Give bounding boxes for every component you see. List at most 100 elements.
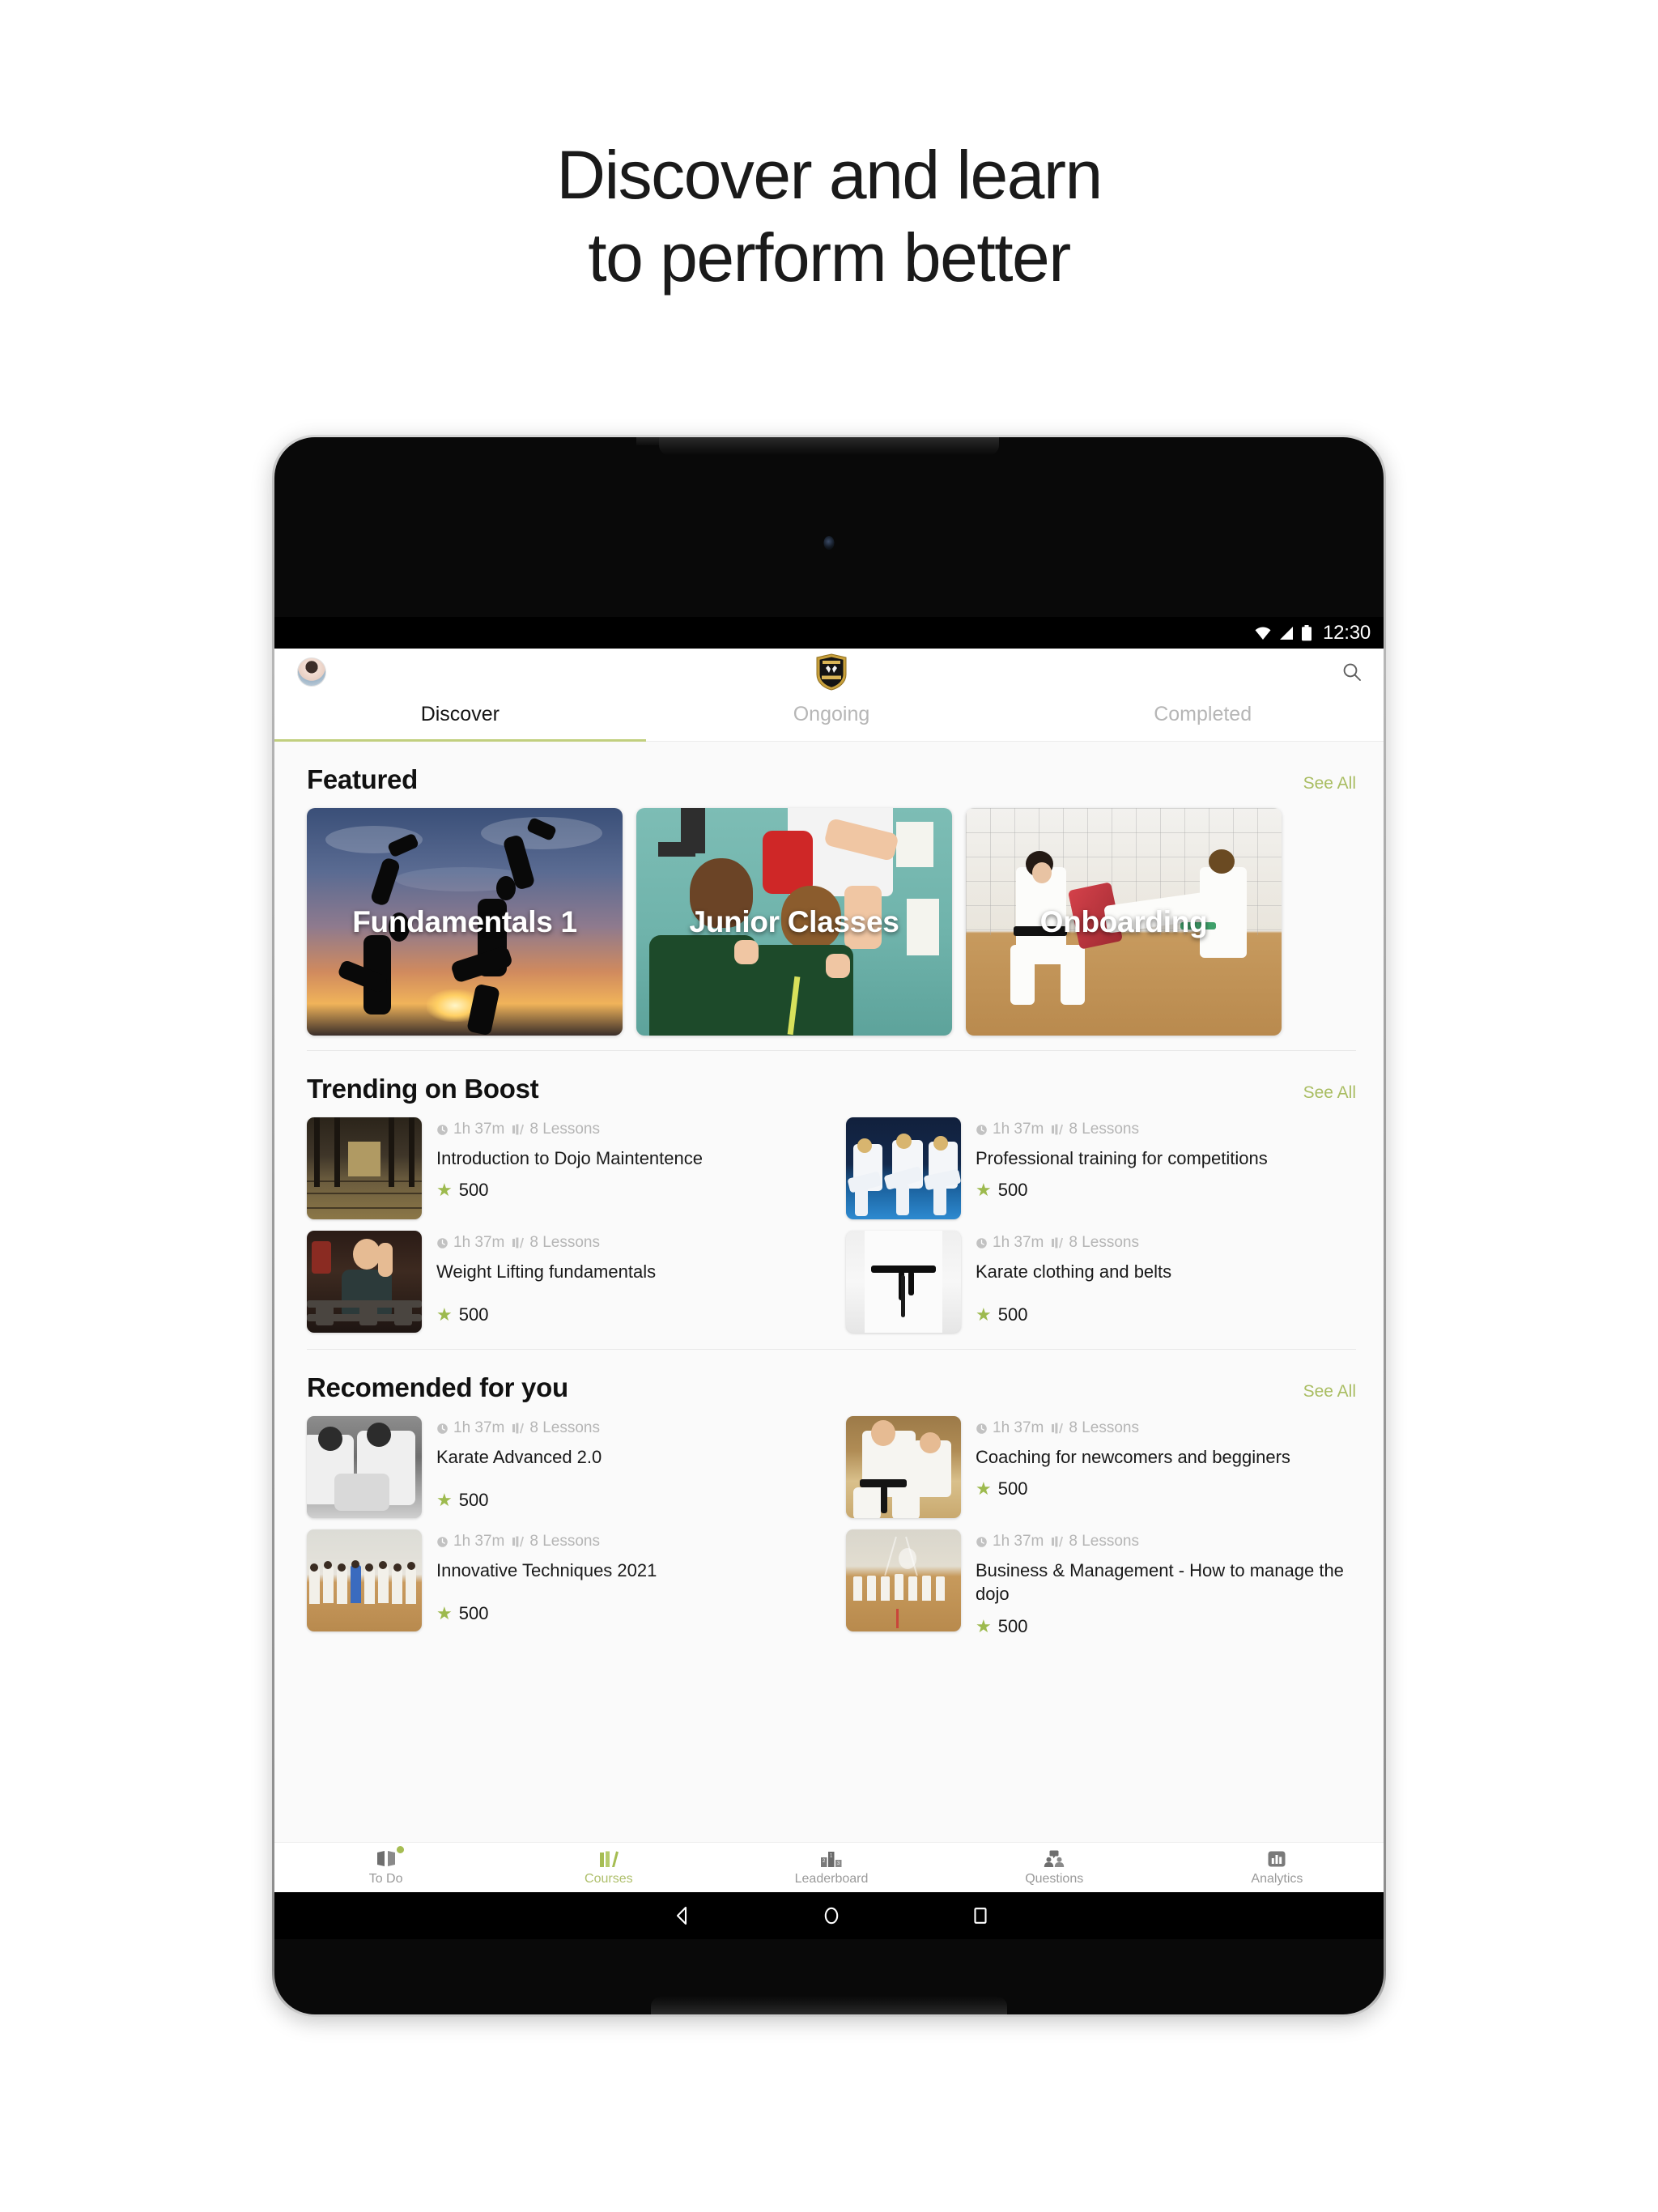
course-meta: 1h 37m 8 Lessons [436, 1419, 817, 1437]
course-points-value: 500 [458, 1490, 489, 1511]
course-thumbnail [307, 1117, 422, 1219]
bottom-navigation: To Do Courses 2 1 3 Leaderboard Question… [274, 1842, 1384, 1892]
see-all-recommended[interactable]: See All [1303, 1382, 1356, 1402]
home-circle-icon[interactable] [821, 1905, 842, 1926]
wifi-icon [1255, 626, 1271, 640]
course-thumbnail [307, 1529, 422, 1631]
discover-content[interactable]: Featured See All Fundamentals 1 Junior C… [274, 742, 1384, 1842]
notification-badge [396, 1846, 404, 1853]
front-camera [823, 536, 835, 550]
speaker-slot [636, 437, 999, 455]
nav-item-questions[interactable]: Questions [943, 1848, 1166, 1887]
course-row[interactable]: 1h 37m 8 Lessons [846, 1117, 1356, 1219]
back-triangle-icon[interactable] [672, 1905, 693, 1926]
course-meta: 1h 37m 8 Lessons [436, 1234, 817, 1252]
course-title: Innovative Techniques 2021 [436, 1560, 657, 1580]
people-chat-icon [1044, 1850, 1065, 1867]
see-all-trending[interactable]: See All [1303, 1083, 1356, 1103]
headline-line-1: Discover and learn [556, 137, 1103, 213]
lessons-icon [512, 1237, 525, 1249]
course-points-value: 500 [997, 1304, 1028, 1325]
nav-label-leaderboard: Leaderboard [794, 1872, 869, 1886]
nav-item-leaderboard[interactable]: 2 1 3 Leaderboard [720, 1848, 942, 1887]
signal-icon [1279, 626, 1293, 640]
headline-line-2: to perform better [588, 219, 1071, 296]
bottom-speaker-slot [651, 1997, 1007, 2014]
android-navigation-bar [274, 1892, 1384, 1939]
course-row[interactable]: 1h 37m 8 Lessons [307, 1117, 817, 1219]
course-duration: 1h 37m [453, 1234, 505, 1251]
course-row[interactable]: 1h 37m 8 Lessons [846, 1416, 1356, 1518]
clock-icon [437, 1536, 448, 1547]
lessons-icon [512, 1536, 525, 1547]
course-lessons: 8 Lessons [529, 1419, 600, 1436]
course-lessons: 8 Lessons [529, 1121, 600, 1138]
course-points: ★ 500 [976, 1304, 1356, 1325]
course-points: ★ 500 [976, 1478, 1356, 1499]
device-screen: 12:30 Discover Ongoing Completed Feature… [274, 617, 1384, 1892]
course-row[interactable]: 1h 37m 8 Lessons [846, 1529, 1356, 1637]
nav-label-questions: Questions [1025, 1872, 1084, 1886]
marketing-headline: Discover and learn to perform better [0, 134, 1658, 300]
course-points-value: 500 [997, 1180, 1028, 1201]
app-bar [274, 649, 1384, 695]
clock-icon [437, 1124, 448, 1135]
tab-discover[interactable]: Discover [274, 695, 646, 742]
clock-icon [976, 1423, 987, 1434]
lessons-icon [1052, 1237, 1064, 1249]
course-thumbnail [846, 1231, 961, 1333]
tab-completed[interactable]: Completed [1017, 695, 1384, 741]
nav-item-todo[interactable]: To Do [274, 1846, 497, 1887]
clock-icon [437, 1237, 448, 1249]
featured-carousel[interactable]: Fundamentals 1 Junior Classes Onboarding [307, 808, 1356, 1047]
course-row[interactable]: 1h 37m 8 Lessons [307, 1416, 817, 1518]
search-button[interactable] [1338, 658, 1366, 686]
course-duration: 1h 37m [993, 1419, 1044, 1436]
avatar[interactable] [297, 657, 326, 687]
featured-card-caption: Junior Classes [689, 904, 899, 938]
course-row[interactable]: 1h 37m 8 Lessons [846, 1231, 1356, 1333]
status-bar-clock: 12:30 [1322, 621, 1371, 644]
featured-card[interactable]: Onboarding [966, 808, 1282, 1036]
course-title: Weight Lifting fundamentals [436, 1261, 657, 1282]
lessons-icon [512, 1124, 525, 1135]
see-all-featured[interactable]: See All [1303, 774, 1356, 793]
course-lessons: 8 Lessons [1069, 1419, 1139, 1436]
course-duration: 1h 37m [453, 1533, 505, 1550]
course-thumbnail [307, 1231, 422, 1333]
clock-icon [437, 1423, 448, 1434]
course-points: ★ 500 [976, 1616, 1356, 1637]
course-row[interactable]: 1h 37m 8 Lessons [307, 1231, 817, 1333]
section-title-featured: Featured [307, 764, 418, 794]
featured-card[interactable]: Fundamentals 1 [307, 808, 623, 1036]
star-icon: ★ [976, 1304, 992, 1325]
section-trending: Trending on Boost See All 1h 37m 8 Lesso… [274, 1051, 1384, 1346]
featured-card[interactable]: Junior Classes [636, 808, 952, 1036]
tablet-device-frame: 12:30 Discover Ongoing Completed Feature… [272, 435, 1386, 2017]
course-points: ★ 500 [436, 1180, 817, 1201]
course-row[interactable]: 1h 37m 8 Lessons [307, 1529, 817, 1637]
section-title-recommended: Recomended for you [307, 1372, 568, 1402]
course-points-value: 500 [997, 1615, 1028, 1636]
course-duration: 1h 37m [993, 1121, 1044, 1138]
tab-ongoing[interactable]: Ongoing [646, 695, 1018, 741]
clock-icon [976, 1237, 987, 1249]
nav-item-analytics[interactable]: Analytics [1166, 1848, 1384, 1887]
nav-item-courses[interactable]: Courses [497, 1848, 720, 1887]
star-icon: ★ [436, 1304, 453, 1325]
course-thumbnail [307, 1416, 422, 1518]
recents-square-icon[interactable] [970, 1905, 991, 1926]
course-points-value: 500 [997, 1478, 1028, 1499]
dojo-shield-logo [816, 653, 847, 691]
nav-label-todo: To Do [368, 1872, 403, 1886]
battery-icon [1301, 624, 1312, 640]
course-meta: 1h 37m 8 Lessons [976, 1121, 1356, 1138]
recommended-course-grid: 1h 37m 8 Lessons Karate Advanced 2.0 ★ 5… [307, 1416, 1356, 1650]
course-points: ★ 500 [436, 1304, 817, 1325]
course-points-value: 500 [458, 1603, 489, 1624]
tab-bar: Discover Ongoing Completed [274, 695, 1384, 742]
featured-card-caption: Fundamentals 1 [352, 904, 577, 938]
clock-icon [976, 1536, 987, 1547]
section-featured: Featured See All Fundamentals 1 Junior C… [274, 742, 1384, 1047]
course-meta: 1h 37m 8 Lessons [436, 1533, 817, 1551]
